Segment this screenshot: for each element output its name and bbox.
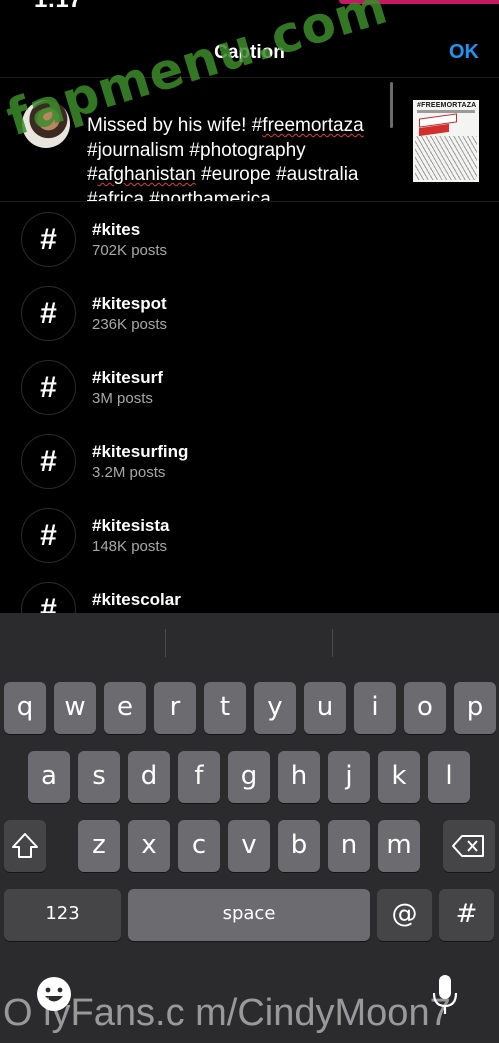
hashtag-name: #kitesurfing bbox=[92, 442, 189, 461]
hashtag-icon: # bbox=[21, 286, 76, 341]
caption-header: Caption OK bbox=[0, 30, 499, 78]
key-a[interactable]: a bbox=[28, 751, 70, 803]
hashtag-suggestion-row[interactable]: # #kitescolar bbox=[0, 573, 499, 613]
hash-key[interactable]: # bbox=[439, 889, 494, 941]
hashtag-post-count: 702K posts bbox=[92, 242, 168, 259]
key-b[interactable]: b bbox=[278, 820, 320, 872]
status-bar: 1:17 bbox=[0, 0, 499, 14]
hashtag-icon: # bbox=[21, 582, 76, 613]
key-z[interactable]: z bbox=[78, 820, 120, 872]
keyboard: 123 space @ # qwertyuiop asdfghjkl zxcvbnm bbox=[0, 613, 499, 1043]
caption-scroll-indicator bbox=[390, 82, 393, 128]
hashtag-icon: # bbox=[21, 360, 76, 415]
emoji-icon bbox=[37, 977, 71, 1011]
delete-key[interactable] bbox=[443, 820, 495, 872]
hashtag-name: #kitesista bbox=[92, 516, 170, 535]
predictive-text-bar bbox=[0, 613, 499, 669]
key-w[interactable]: w bbox=[54, 682, 96, 734]
key-s[interactable]: s bbox=[78, 751, 120, 803]
hashtag-post-count: 236K posts bbox=[92, 316, 168, 333]
key-h[interactable]: h bbox=[278, 751, 320, 803]
hashtag-name: #kitespot bbox=[92, 294, 167, 313]
hashtag-icon: # bbox=[21, 508, 76, 563]
hashtag-name: #kitesurf bbox=[92, 368, 163, 387]
caption-segment: Missed by his wife! # bbox=[87, 115, 263, 136]
key-y[interactable]: y bbox=[254, 682, 296, 734]
avatar bbox=[22, 100, 70, 148]
key-f[interactable]: f bbox=[178, 751, 220, 803]
backspace-icon bbox=[452, 835, 484, 857]
page-title: Caption bbox=[214, 42, 285, 63]
key-u[interactable]: u bbox=[304, 682, 346, 734]
key-n[interactable]: n bbox=[328, 820, 370, 872]
shift-icon bbox=[12, 833, 38, 858]
caption-input[interactable]: Missed by his wife! #freemortaza #journa… bbox=[87, 114, 397, 201]
hashtag-suggestion-row[interactable]: # #kites 702K posts bbox=[0, 203, 499, 277]
thumbnail-illustration bbox=[415, 136, 477, 180]
key-i[interactable]: i bbox=[354, 682, 396, 734]
status-indicators bbox=[339, 0, 499, 4]
status-time: 1:17 bbox=[34, 0, 82, 14]
hashtag-post-count: 3.2M posts bbox=[92, 464, 166, 481]
key-g[interactable]: g bbox=[228, 751, 270, 803]
dictation-key[interactable] bbox=[430, 973, 460, 1022]
key-o[interactable]: o bbox=[404, 682, 446, 734]
misspelled-word: freemortaza bbox=[262, 115, 364, 136]
thumbnail-subtitle-line bbox=[417, 110, 475, 113]
hashtag-suggestion-row[interactable]: # #kitesurfing 3.2M posts bbox=[0, 425, 499, 499]
key-k[interactable]: k bbox=[378, 751, 420, 803]
key-d[interactable]: d bbox=[128, 751, 170, 803]
ok-button[interactable]: OK bbox=[449, 41, 479, 64]
key-j[interactable]: j bbox=[328, 751, 370, 803]
hashtag-name: #kites bbox=[92, 220, 141, 239]
hashtag-icon: # bbox=[21, 434, 76, 489]
at-key[interactable]: @ bbox=[377, 889, 432, 941]
hashtag-post-count: 148K posts bbox=[92, 538, 168, 555]
key-q[interactable]: q bbox=[4, 682, 46, 734]
key-v[interactable]: v bbox=[228, 820, 270, 872]
hashtag-suggestion-row[interactable]: # #kitesurf 3M posts bbox=[0, 351, 499, 425]
key-l[interactable]: l bbox=[428, 751, 470, 803]
predict-divider bbox=[165, 629, 166, 657]
thumbnail-title: #FREEMORTAZA bbox=[417, 102, 477, 109]
numbers-key[interactable]: 123 bbox=[4, 889, 121, 941]
key-m[interactable]: m bbox=[378, 820, 420, 872]
key-e[interactable]: e bbox=[104, 682, 146, 734]
hashtag-suggestion-row[interactable]: # #kitesista 148K posts bbox=[0, 499, 499, 573]
key-t[interactable]: t bbox=[204, 682, 246, 734]
hashtag-name: #kitescolar bbox=[92, 590, 181, 609]
hashtag-suggestion-row[interactable]: # #kitespot 236K posts bbox=[0, 277, 499, 351]
microphone-icon bbox=[432, 975, 458, 1014]
predict-divider bbox=[332, 629, 333, 657]
key-x[interactable]: x bbox=[128, 820, 170, 872]
key-c[interactable]: c bbox=[178, 820, 220, 872]
emoji-key[interactable] bbox=[35, 975, 73, 1018]
post-thumbnail: #FREEMORTAZA bbox=[413, 100, 479, 182]
hashtag-post-count: 3M posts bbox=[92, 390, 153, 407]
key-p[interactable]: p bbox=[454, 682, 496, 734]
misspelled-word: afghanistan bbox=[97, 164, 196, 185]
instagram-caption-screen: 1:17 Caption OK Missed by his wife! #fre… bbox=[0, 0, 499, 1043]
hashtag-suggestion-list: # #kites 702K posts # #kitespot 236K posts # #k… bbox=[0, 203, 499, 613]
shift-key[interactable] bbox=[4, 820, 46, 872]
space-key[interactable]: space bbox=[128, 889, 370, 941]
caption-editor: Missed by his wife! #freemortaza #journa… bbox=[0, 80, 499, 202]
hashtag-icon: # bbox=[21, 212, 76, 267]
key-r[interactable]: r bbox=[154, 682, 196, 734]
